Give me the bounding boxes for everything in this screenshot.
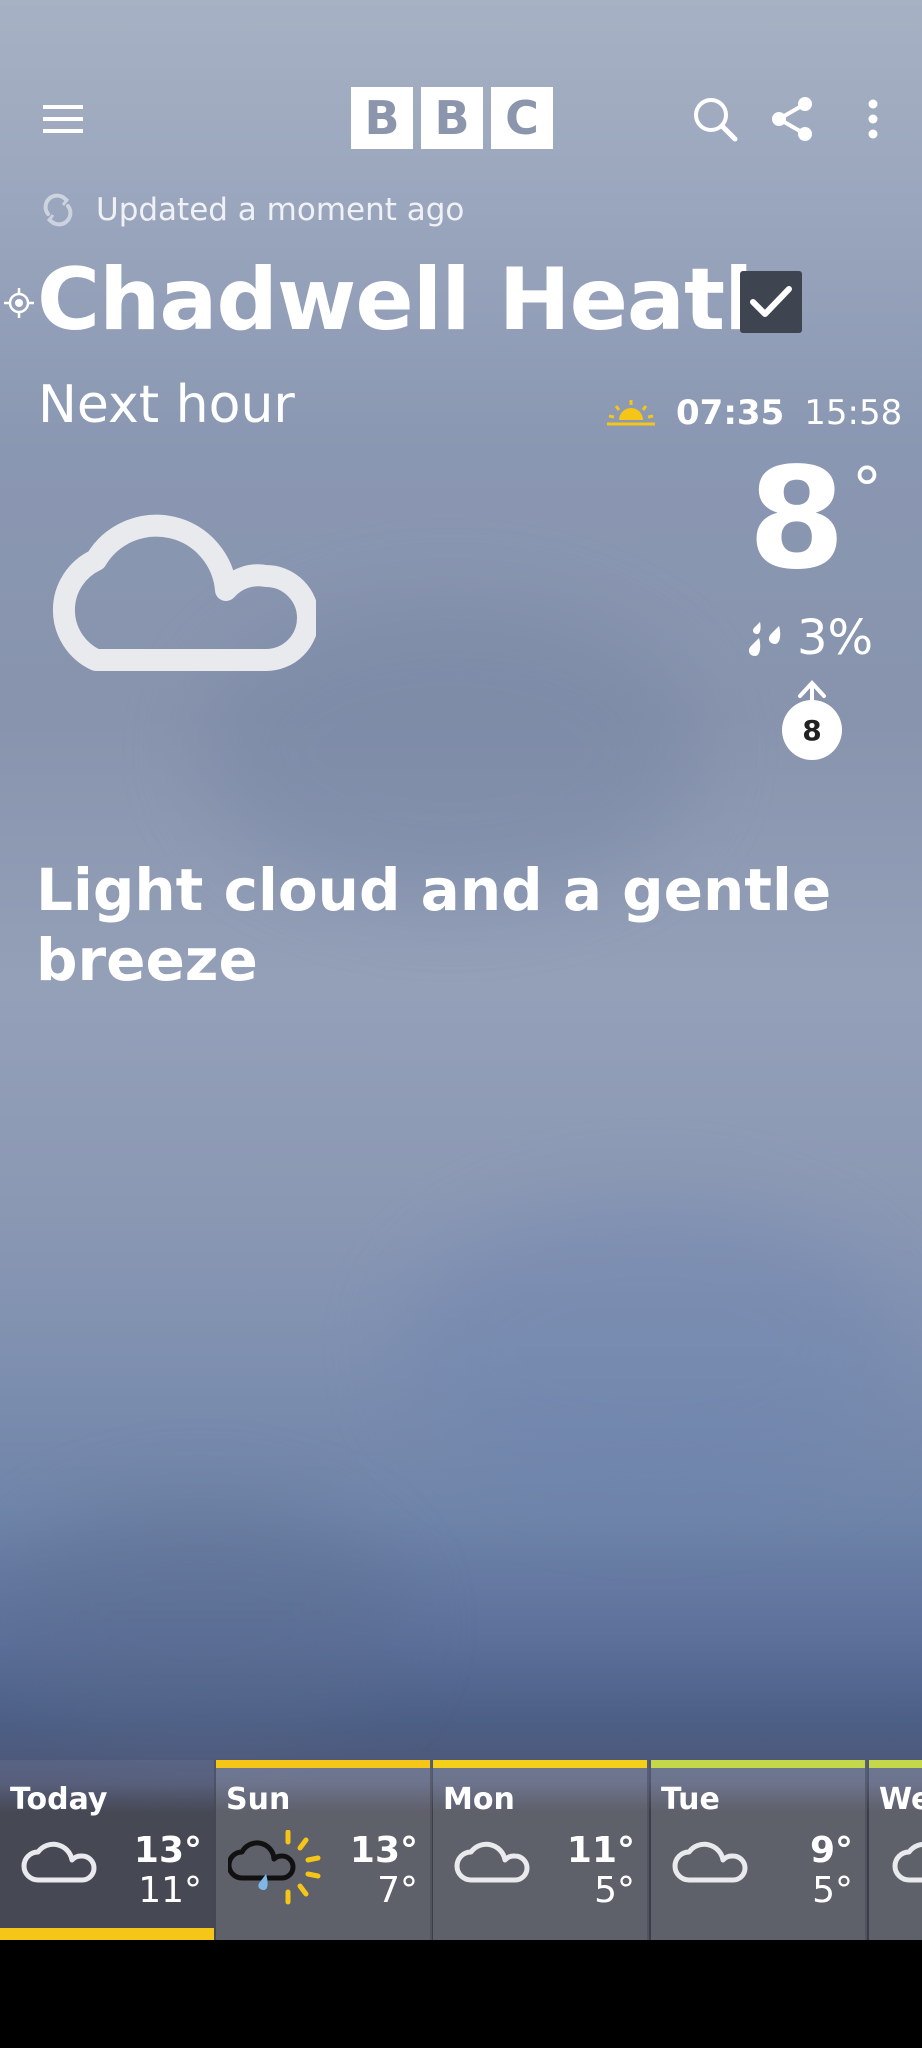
more-options-button[interactable] xyxy=(838,84,908,154)
background-cloud-shape xyxy=(400,1200,900,1500)
system-navigation-bar xyxy=(0,1940,922,2048)
high-temp: 13° xyxy=(133,1830,202,1871)
forecast-day[interactable]: Tue 9° 5° xyxy=(651,1760,867,1940)
day-accent-bar xyxy=(433,1760,647,1768)
day-name: Sun xyxy=(226,1782,291,1817)
raindrops-icon xyxy=(748,622,781,656)
forecast-day[interactable]: Sun 13° 7° xyxy=(216,1760,432,1940)
sunny-intervals-light-rain-icon xyxy=(228,1830,321,1905)
current-temperature: 8 xyxy=(748,438,846,601)
degree-symbol: ° xyxy=(852,455,882,525)
bbc-logo: B B C xyxy=(351,87,553,149)
search-button[interactable] xyxy=(680,84,750,154)
refresh-icon[interactable] xyxy=(40,192,76,228)
day-accent-bar xyxy=(869,1760,922,1768)
high-temp: 13° xyxy=(349,1830,418,1871)
check-icon xyxy=(750,286,792,317)
logo-letter: C xyxy=(491,87,553,149)
logo-letter: B xyxy=(421,87,483,149)
low-temp: 5° xyxy=(812,1870,853,1911)
forecast-day[interactable]: Mon 11° 5° xyxy=(433,1760,649,1940)
location-name: Chadwell Heath xyxy=(37,250,785,350)
low-temp: 7° xyxy=(377,1870,418,1911)
updated-text: Updated a moment ago xyxy=(96,192,465,228)
background-cloud-shape xyxy=(0,1500,400,1750)
high-temp: 9° xyxy=(809,1830,853,1871)
period-label: Next hour xyxy=(38,375,295,435)
day-name: Mon xyxy=(443,1782,515,1817)
cloud-icon xyxy=(454,1841,530,1883)
cloud-icon xyxy=(892,1841,922,1883)
current-location-icon xyxy=(4,288,34,318)
rain-chance-value: 3% xyxy=(797,610,874,666)
cloud-icon xyxy=(21,1841,97,1883)
cloud-icon xyxy=(672,1841,748,1883)
selected-day-indicator xyxy=(0,1928,214,1940)
day-accent-bar xyxy=(651,1760,865,1768)
weather-summary: Light cloud and a gentle breeze xyxy=(36,856,832,994)
forecast-day[interactable]: We xyxy=(869,1760,922,1940)
day-accent-bar xyxy=(216,1760,430,1768)
favourite-location-checkbox[interactable] xyxy=(740,271,802,333)
logo-letter: B xyxy=(351,87,413,149)
day-name: Tue xyxy=(661,1782,720,1817)
sunset-time: 15:58 xyxy=(804,393,903,433)
day-name: Today xyxy=(10,1782,108,1817)
forecast-day[interactable]: Today 13° 11° xyxy=(0,1760,216,1940)
low-temp: 11° xyxy=(138,1870,202,1911)
forecast-strip[interactable]: Today 13° 11° Sun 13° 7° Mon 11° 5° Tue … xyxy=(0,1760,922,1940)
high-temp: 11° xyxy=(566,1830,635,1871)
location-header: Chadwell Heath xyxy=(0,250,922,350)
share-button[interactable] xyxy=(757,84,827,154)
sunrise-time: 07:35 xyxy=(676,393,785,433)
more-vertical-icon xyxy=(868,99,878,139)
search-icon xyxy=(694,98,738,142)
menu-button[interactable] xyxy=(28,84,98,154)
hamburger-menu-icon xyxy=(43,105,83,133)
sun-times: 07:35 15:58 xyxy=(606,388,902,438)
wind-speed: 8 xyxy=(782,700,842,760)
low-temp: 5° xyxy=(594,1870,635,1911)
rain-chance: 3% xyxy=(745,610,873,666)
sunrise-icon xyxy=(607,400,655,426)
share-icon xyxy=(772,97,812,141)
day-name: We xyxy=(879,1782,922,1817)
update-status: Updated a moment ago xyxy=(40,185,464,235)
cloud-icon xyxy=(52,514,316,671)
wind-indicator: 8 xyxy=(780,680,844,770)
